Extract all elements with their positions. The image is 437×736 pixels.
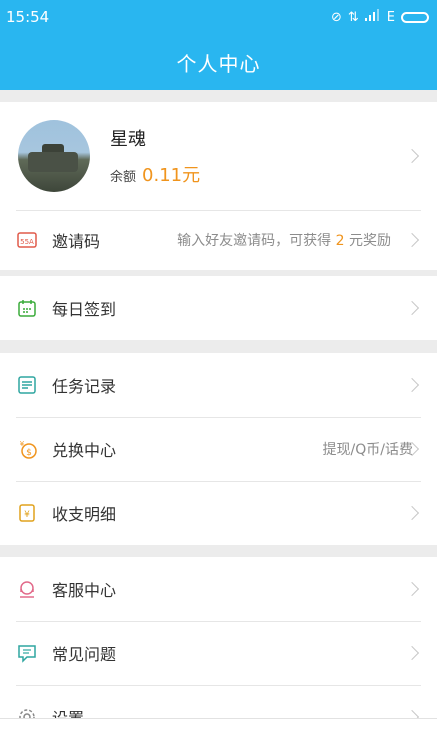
chevron-right-icon <box>404 148 420 164</box>
data-arrows-icon: ⇅ <box>347 9 359 25</box>
invite-label: 邀请码 <box>52 232 101 251</box>
svg-text:$: $ <box>26 448 32 458</box>
tasks-label: 任务记录 <box>52 377 117 396</box>
profile-row[interactable]: 星魂 余额 0.11元 <box>0 102 437 210</box>
ledger-icon: ¥ <box>16 502 38 524</box>
status-time: 15:54 <box>6 8 50 26</box>
exchange-row[interactable]: $ ¥ 兑换中心 提现/Q币/话费 <box>0 417 437 481</box>
mute-icon: ⊘ <box>330 9 342 25</box>
battery-icon <box>401 11 429 23</box>
invite-hint: 输入好友邀请码，可获得 2 元奖励 <box>177 233 391 249</box>
chevron-right-icon <box>404 300 420 316</box>
wallet-group: 任务记录 $ ¥ 兑换中心 提现/Q币/话费 ¥ 收支明细 <box>0 353 437 545</box>
checkin-label: 每日签到 <box>52 300 117 319</box>
settings-row[interactable]: 设置 <box>0 685 437 718</box>
balance: 余额 0.11元 <box>110 161 200 187</box>
page-title: 个人中心 <box>176 52 261 76</box>
exchange-icon: $ ¥ <box>16 438 38 460</box>
chevron-right-icon <box>404 581 420 597</box>
exchange-label: 兑换中心 <box>52 441 117 460</box>
task-list-icon <box>16 374 38 396</box>
ledger-row[interactable]: ¥ 收支明细 <box>0 481 437 545</box>
avatar <box>18 120 90 192</box>
profile-group: 星魂 余额 0.11元 55A 邀请码 输入好友邀请码，可获得 2 元奖励 <box>0 102 437 270</box>
chevron-right-icon <box>404 505 420 521</box>
header-bar: 15:54 ⊘ ⇅ E 个人中心 <box>0 0 437 90</box>
tasks-row[interactable]: 任务记录 <box>0 353 437 417</box>
faq-label: 常见问题 <box>52 645 117 664</box>
calendar-check-icon <box>16 297 38 319</box>
svg-text:¥: ¥ <box>20 440 25 448</box>
status-bar: 15:54 ⊘ ⇅ E <box>0 0 437 34</box>
network-type: E <box>386 9 395 25</box>
status-icons: ⊘ ⇅ E <box>331 9 429 25</box>
exchange-hint: 提现/Q币/话费 <box>322 442 413 458</box>
gear-icon <box>16 706 38 718</box>
svg-text:55A: 55A <box>20 238 34 246</box>
bottom-tab-bar <box>0 718 437 736</box>
profile-info: 星魂 余额 0.11元 <box>110 125 200 187</box>
balance-amount: 0.11元 <box>142 165 201 186</box>
service-label: 客服中心 <box>52 581 117 600</box>
invite-code-icon: 55A <box>16 229 38 251</box>
ledger-label: 收支明细 <box>52 505 117 524</box>
checkin-row[interactable]: 每日签到 <box>0 276 437 340</box>
chevron-right-icon <box>404 377 420 393</box>
chevron-right-icon <box>404 232 420 248</box>
settings-label: 设置 <box>52 705 84 718</box>
faq-row[interactable]: 常见问题 <box>0 621 437 685</box>
signal-icon <box>364 9 381 25</box>
chevron-right-icon <box>404 709 420 718</box>
invite-row[interactable]: 55A 邀请码 输入好友邀请码，可获得 2 元奖励 <box>0 210 437 270</box>
faq-chat-icon <box>16 642 38 664</box>
svg-text:¥: ¥ <box>24 510 30 520</box>
balance-label: 余额 <box>110 170 137 185</box>
service-row[interactable]: 客服中心 <box>0 557 437 621</box>
chevron-right-icon <box>404 645 420 661</box>
customer-service-icon <box>16 578 38 600</box>
checkin-group: 每日签到 <box>0 276 437 340</box>
user-name: 星魂 <box>110 129 146 150</box>
support-group: 客服中心 常见问题 设置 <box>0 557 437 718</box>
